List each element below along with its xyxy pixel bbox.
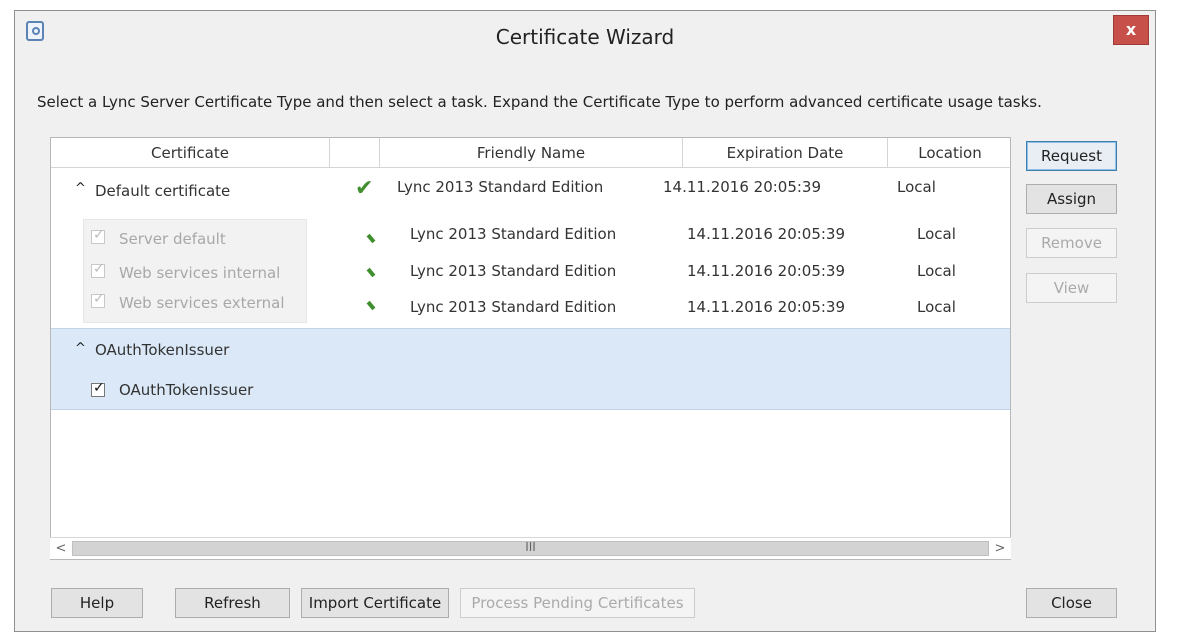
column-header-status[interactable] (330, 138, 380, 168)
import-certificate-button[interactable]: Import Certificate (301, 588, 449, 618)
collapse-caret-icon[interactable]: ^ (75, 181, 86, 196)
window-title: Certificate Wizard (495, 25, 675, 49)
view-button[interactable]: View (1026, 273, 1117, 303)
oauth-token-issuer-checkbox[interactable] (91, 380, 105, 397)
status-tick-icon (366, 233, 376, 244)
usage-label: Server default (119, 230, 226, 248)
scroll-left-icon[interactable]: < (51, 539, 71, 558)
column-header-expiration-date[interactable]: Expiration Date (683, 138, 888, 168)
location-cell: Local (897, 178, 936, 196)
assign-button[interactable]: Assign (1026, 184, 1117, 214)
remove-button[interactable]: Remove (1026, 228, 1117, 258)
close-window-button[interactable]: x (1113, 15, 1149, 45)
collapse-caret-icon[interactable]: ^ (75, 341, 86, 356)
table-row-web-services-external[interactable]: Web services external Lync 2013 Standard… (51, 286, 1010, 324)
web-services-external-checkbox[interactable] (91, 291, 105, 308)
horizontal-scrollbar[interactable]: < III > (50, 537, 1011, 559)
web-services-internal-checkbox[interactable] (91, 261, 105, 278)
process-pending-certificates-button[interactable]: Process Pending Certificates (460, 588, 695, 618)
usage-label: OAuthTokenIssuer (119, 381, 254, 399)
oauth-group-selection[interactable]: ^ OAuthTokenIssuer OAuthTokenIssuer (51, 328, 1010, 410)
group-name: OAuthTokenIssuer (95, 341, 230, 359)
status-tick-icon (366, 267, 376, 278)
friendly-name-cell: Lync 2013 Standard Edition (410, 298, 617, 316)
server-default-checkbox[interactable] (91, 227, 105, 244)
usage-label: Web services external (119, 294, 285, 312)
usage-label: Web services internal (119, 264, 281, 282)
green-check-icon: ✔ (355, 176, 374, 201)
friendly-name-cell: Lync 2013 Standard Edition (397, 178, 604, 196)
expiration-date-cell: 14.11.2016 20:05:39 (687, 225, 846, 243)
location-cell: Local (917, 262, 956, 280)
column-header-location[interactable]: Location (888, 138, 1010, 168)
help-button[interactable]: Help (51, 588, 143, 618)
status-tick-icon (366, 300, 376, 311)
column-header-friendly-name[interactable]: Friendly Name (380, 138, 683, 168)
column-header-certificate[interactable]: Certificate (51, 138, 330, 168)
scrollbar-grip-icon: III (525, 540, 536, 554)
expiration-date-cell: 14.11.2016 20:05:39 (687, 298, 846, 316)
certificate-wizard-window: Certificate Wizard x Select a Lync Serve… (14, 10, 1156, 632)
group-name: Default certificate (95, 182, 231, 200)
request-button[interactable]: Request (1026, 141, 1117, 171)
instructions-text: Select a Lync Server Certificate Type an… (37, 93, 1042, 111)
certificate-table: Certificate Friendly Name Expiration Dat… (50, 137, 1011, 560)
refresh-button[interactable]: Refresh (175, 588, 290, 618)
scrollbar-thumb[interactable]: III (72, 540, 989, 556)
location-cell: Local (917, 225, 956, 243)
expiration-date-cell: 14.11.2016 20:05:39 (687, 262, 846, 280)
table-row-default-certificate[interactable]: ^ Default certificate ✔ Lync 2013 Standa… (51, 172, 1010, 210)
table-row-server-default[interactable]: Server default Lync 2013 Standard Editio… (51, 221, 1010, 259)
friendly-name-cell: Lync 2013 Standard Edition (410, 225, 617, 243)
scroll-right-icon[interactable]: > (990, 539, 1010, 558)
close-button[interactable]: Close (1026, 588, 1117, 618)
location-cell: Local (917, 298, 956, 316)
friendly-name-cell: Lync 2013 Standard Edition (410, 262, 617, 280)
title-bar: Certificate Wizard x (15, 11, 1155, 65)
expiration-date-cell: 14.11.2016 20:05:39 (663, 178, 822, 196)
